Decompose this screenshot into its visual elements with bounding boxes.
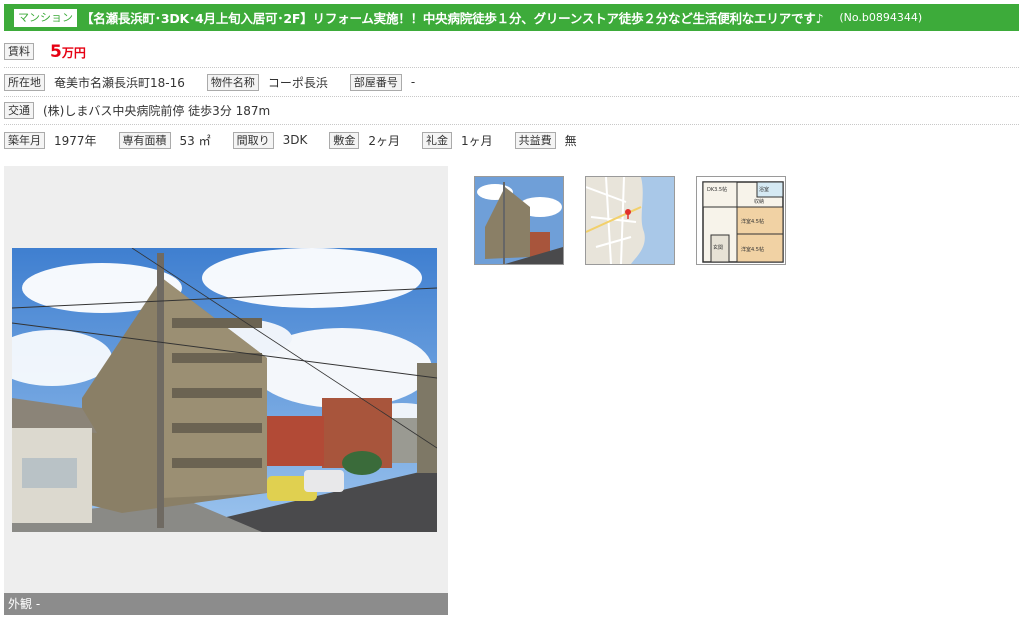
photo-caption: 外観 -: [4, 593, 448, 615]
transport-label: 交通: [4, 102, 34, 119]
address-value: 奄美市名瀬長浜町18-16: [54, 75, 185, 90]
location-row: 所在地 奄美市名瀬長浜町18-16 物件名称 コーポ長浜 部屋番号 -: [4, 68, 1019, 97]
rent-unit: 万円: [61, 45, 86, 60]
floorplan-dk-label: DK3.5帖: [707, 186, 727, 193]
transport-row: 交通 (株)しまバス中央病院前停 徒歩3分 187m: [4, 97, 1019, 125]
details-row: 築年月 1977年 専有面積 53 ㎡ 間取り 3DK 敷金 2ヶ月 礼金 1ヶ…: [4, 126, 1019, 154]
floor-area-label: 専有面積: [118, 131, 171, 149]
exterior-thumbnail-image: [475, 177, 563, 264]
key-money-label: 礼金: [422, 131, 453, 149]
deposit-label: 敷金: [329, 131, 360, 149]
deposit-value: 2ヶ月: [368, 133, 401, 148]
exterior-photo-illustration: [12, 248, 437, 532]
floorplan-bath-label: 浴室: [759, 186, 769, 193]
floorplan-room2-label: 洋室4.5帖: [741, 246, 764, 253]
main-photo-panel: 外観 -: [4, 166, 448, 615]
transport-value: (株)しまバス中央病院前停 徒歩3分 187m: [43, 104, 271, 118]
floor-area-value: 53 ㎡: [179, 133, 211, 148]
floorplan-entrance-label: 玄関: [713, 244, 723, 251]
floorplan-thumbnail-image: DK3.5帖 浴室 収納 玄関 洋室4.5帖 洋室4.5帖: [697, 177, 785, 264]
listing-title[interactable]: 【名瀬長浜町･3DK･4月上旬入居可･2F】リフォーム実施！！中央病院徒歩１分、…: [81, 8, 824, 27]
rent-label: 賃料: [4, 43, 34, 60]
address-label: 所在地: [4, 73, 45, 91]
room-number-value: -: [410, 75, 416, 89]
floorplan-thumbnail[interactable]: DK3.5帖 浴室 収納 玄関 洋室4.5帖 洋室4.5帖: [696, 176, 786, 265]
common-fee-label: 共益費: [514, 131, 556, 149]
room-number-label: 部屋番号: [349, 73, 402, 91]
property-type-badge: マンション: [14, 8, 77, 27]
floorplan-storage-label: 収納: [754, 198, 764, 205]
floorplan-room1-label: 洋室4.5帖: [741, 218, 764, 225]
map-thumbnail-image: [586, 177, 674, 264]
rent-value: 5万円: [50, 42, 86, 62]
listing-title-bar: マンション 【名瀬長浜町･3DK･4月上旬入居可･2F】リフォーム実施！！中央病…: [4, 4, 1019, 31]
rent-amount: 5: [50, 41, 62, 62]
property-name-value: コーポ長浜: [267, 75, 328, 90]
common-fee-value: 無: [564, 133, 577, 148]
map-thumbnail[interactable]: [585, 176, 675, 265]
key-money-value: 1ヶ月: [461, 133, 493, 148]
layout-value: 3DK: [282, 133, 308, 147]
main-exterior-photo: [12, 248, 437, 532]
layout-label: 間取り: [232, 131, 274, 149]
rent-row: 賃料 5万円: [4, 36, 1019, 68]
exterior-thumbnail[interactable]: [474, 176, 564, 265]
built-year-label: 築年月: [4, 131, 45, 149]
property-name-label: 物件名称: [206, 73, 259, 91]
property-number: (No.b0894344): [839, 11, 923, 24]
built-year-value: 1977年: [54, 133, 97, 148]
